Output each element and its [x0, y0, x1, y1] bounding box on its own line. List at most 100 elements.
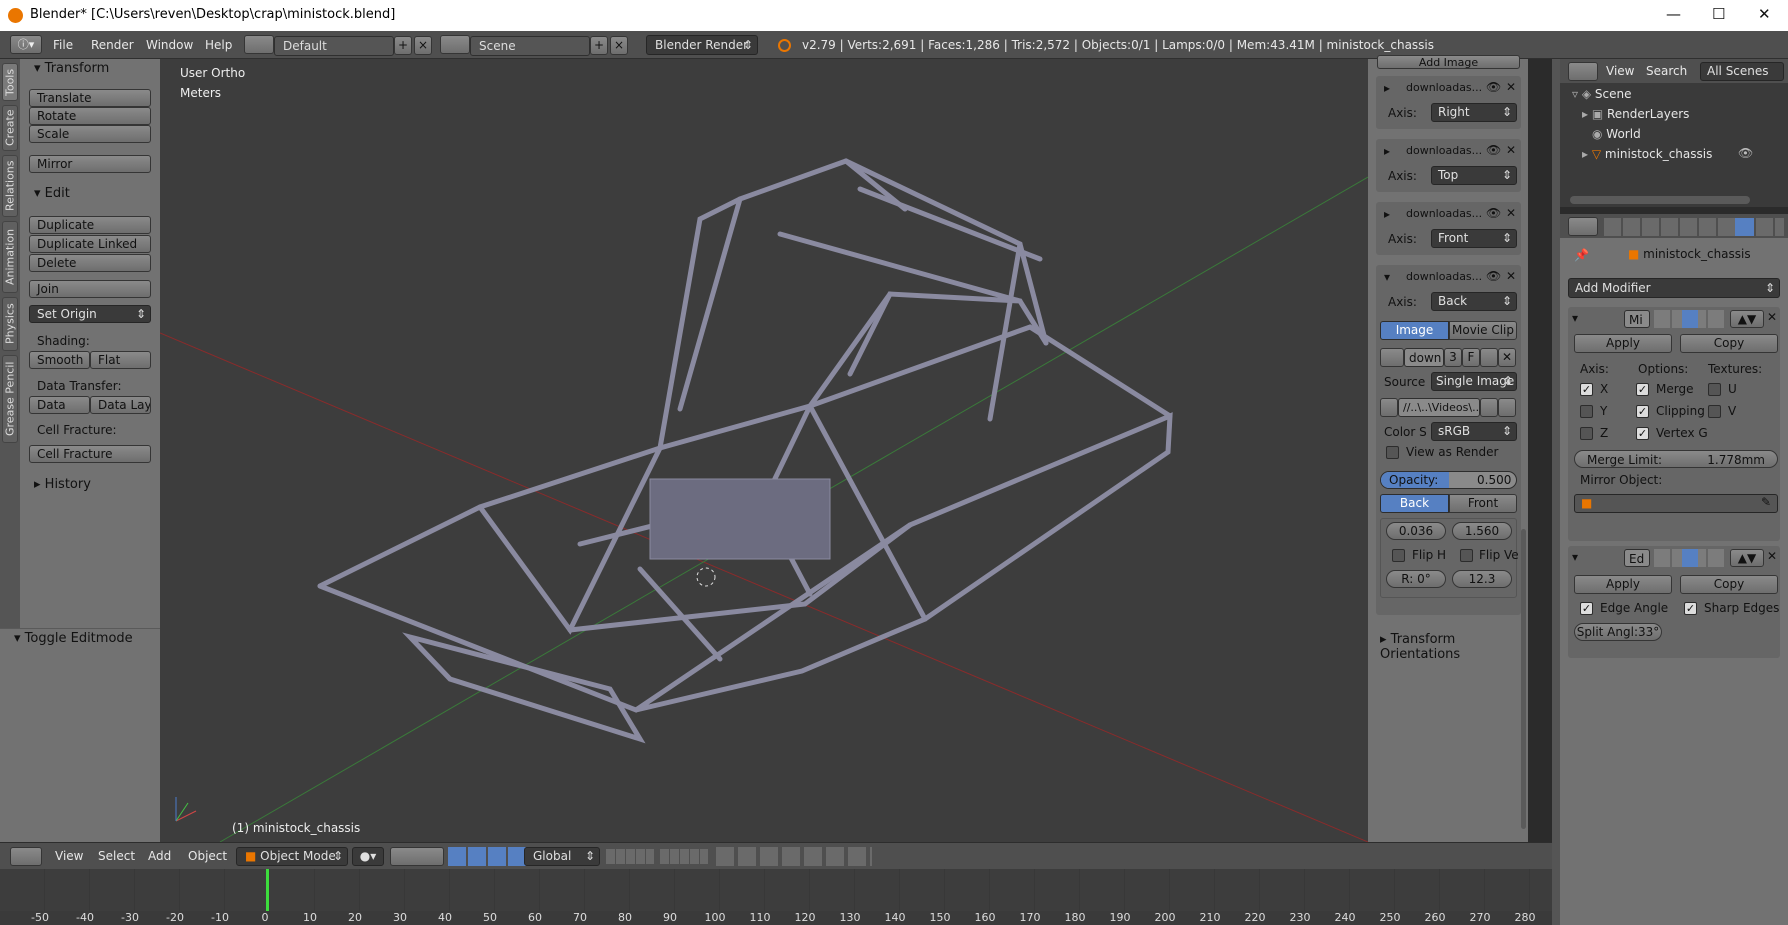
scene-field[interactable]: Scene	[470, 36, 590, 56]
clipping-checkbox[interactable]: ✓	[1636, 405, 1649, 418]
eye-icon[interactable]: 👁	[1486, 206, 1501, 220]
set-origin-menu[interactable]: Set Origin ⇕	[29, 305, 151, 323]
viewport-menu-object[interactable]: Object	[188, 849, 227, 863]
flip-h-checkbox[interactable]	[1392, 549, 1405, 562]
expand-icon[interactable]: ▸	[1384, 207, 1390, 221]
copy-button[interactable]: Copy	[1680, 334, 1778, 353]
smooth-button[interactable]: Smooth	[29, 351, 90, 369]
menu-file[interactable]: File	[53, 38, 73, 52]
vertex-groups-checkbox[interactable]: ✓	[1636, 427, 1649, 440]
collapse-icon[interactable]: ▾	[1384, 270, 1390, 284]
apply-button[interactable]: Apply	[1574, 575, 1672, 594]
flat-button[interactable]: Flat	[90, 351, 151, 369]
sharp-edges-checkbox[interactable]: ✓	[1684, 602, 1697, 615]
texture-u-checkbox[interactable]	[1708, 383, 1721, 396]
outliner-menu-view[interactable]: View	[1606, 64, 1634, 78]
eye-icon[interactable]: 👁	[1486, 143, 1501, 157]
expand-icon[interactable]: ▸	[1384, 81, 1390, 95]
axis-select[interactable]: Top ⇕	[1431, 166, 1517, 185]
transform-orientations-header[interactable]: ▸ Transform Orientations	[1380, 632, 1528, 662]
data-layout-button[interactable]: Data Layo	[90, 396, 151, 414]
transform-orientation-select[interactable]: Global ⇕	[524, 847, 600, 866]
fake-user-button[interactable]: F	[1462, 348, 1480, 367]
expand-icon[interactable]: ▸	[1384, 144, 1390, 158]
tab-tools[interactable]: Tools	[2, 63, 18, 101]
pivot-snap-buttons[interactable]	[390, 847, 444, 866]
scene-icon[interactable]	[440, 35, 470, 54]
tab-physics[interactable]: Physics	[2, 297, 18, 351]
view-as-render-checkbox[interactable]	[1386, 446, 1399, 459]
translate-button[interactable]: Translate	[29, 89, 151, 107]
viewport-menu-select[interactable]: Select	[98, 849, 135, 863]
remove-layout-button[interactable]: ×	[414, 36, 432, 55]
chassis-row[interactable]: ▸ ▽ ministock_chassis	[1582, 147, 1712, 161]
image-tab[interactable]: Image	[1380, 321, 1449, 340]
viewport-editor-type-button[interactable]	[10, 847, 42, 866]
add-modifier-select[interactable]: Add Modifier ⇕	[1568, 278, 1780, 298]
axis-select[interactable]: Front ⇕	[1431, 229, 1517, 248]
menu-window[interactable]: Window	[146, 38, 193, 52]
edge-split-modifier-name[interactable]: Ed	[1624, 549, 1650, 567]
screen-layout-icon[interactable]	[244, 35, 274, 54]
info-editor-type-button[interactable]: ⓘ▾	[10, 35, 42, 54]
tab-grease-pencil[interactable]: Grease Pencil	[2, 355, 18, 443]
image-name-field[interactable]: down	[1404, 348, 1444, 367]
add-scene-button[interactable]: +	[590, 36, 608, 55]
tab-create[interactable]: Create	[2, 105, 18, 151]
remove-scene-button[interactable]: ×	[610, 36, 628, 55]
viewport-tool-buttons[interactable]	[716, 847, 872, 866]
world-row[interactable]: ◉ World	[1592, 127, 1641, 141]
mirror-object-field[interactable]: ■ ✎	[1574, 494, 1778, 513]
edge-angle-checkbox[interactable]: ✓	[1580, 602, 1593, 615]
remove-icon[interactable]: ✕	[1506, 80, 1516, 94]
menu-render[interactable]: Render	[91, 38, 134, 52]
apply-button[interactable]: Apply	[1574, 334, 1672, 353]
render-engine-select[interactable]: Blender Render ⇕	[646, 35, 758, 55]
timeline[interactable]: -50 -40 -30 -20 -10 0 10 20 30 40 50 60 70 80 90 100 110…	[0, 869, 1552, 925]
remove-icon[interactable]: ✕	[1506, 143, 1516, 157]
scale-button[interactable]: Scale	[29, 125, 151, 143]
axis-select[interactable]: Right ⇕	[1431, 103, 1517, 122]
join-button[interactable]: Join	[29, 280, 151, 298]
merge-checkbox[interactable]: ✓	[1636, 383, 1649, 396]
tab-animation[interactable]: Animation	[2, 221, 18, 293]
eye-icon[interactable]: 👁	[1486, 269, 1501, 283]
properties-editor-type-button[interactable]	[1568, 217, 1598, 236]
browse-file-icon[interactable]	[1480, 398, 1498, 417]
toggle-editmode-header[interactable]: ▾ Toggle Editmode	[14, 631, 133, 646]
manipulator-buttons[interactable]	[448, 847, 528, 866]
area-divider[interactable]	[1552, 59, 1560, 925]
rotate-button[interactable]: Rotate	[29, 107, 151, 125]
cell-fracture-button[interactable]: Cell Fracture	[29, 445, 151, 463]
maximize-button[interactable]: ☐	[1712, 5, 1725, 23]
size-field[interactable]: 12.3	[1452, 570, 1512, 588]
pin-icon[interactable]: 📌	[1574, 248, 1589, 262]
duplicate-linked-button[interactable]: Duplicate Linked	[29, 235, 151, 253]
3d-viewport[interactable]: User Ortho Meters (1) ministock_chassis	[160, 59, 1368, 842]
source-select[interactable]: Single Image ⇕	[1431, 372, 1517, 391]
texture-v-checkbox[interactable]	[1708, 405, 1721, 418]
image-browse-icon[interactable]	[1380, 348, 1404, 367]
data-button[interactable]: Data	[29, 396, 90, 414]
unlink-image-button[interactable]: ✕	[1498, 348, 1516, 367]
add-layout-button[interactable]: +	[394, 36, 412, 55]
add-image-button[interactable]: Add Image	[1377, 55, 1520, 69]
minimize-button[interactable]: —	[1666, 5, 1681, 23]
copy-button[interactable]: Copy	[1680, 575, 1778, 594]
remove-icon[interactable]: ✕	[1506, 206, 1516, 220]
color-space-select[interactable]: sRGB ⇕	[1431, 422, 1517, 441]
delete-button[interactable]: Delete	[29, 254, 151, 272]
menu-help[interactable]: Help	[205, 38, 232, 52]
move-modifier-updown[interactable]: ▲▼	[1730, 549, 1764, 567]
merge-limit-field[interactable]: Merge Limit: 1.778mm	[1574, 450, 1778, 468]
flip-v-checkbox[interactable]	[1460, 549, 1473, 562]
modifier-tab-wrench-icon[interactable]	[1735, 218, 1754, 236]
layers-grid-1[interactable]	[606, 849, 654, 864]
remove-icon[interactable]: ✕	[1506, 269, 1516, 283]
axis-x-checkbox[interactable]: ✓	[1580, 383, 1593, 396]
close-button[interactable]: ✕	[1758, 5, 1771, 23]
history-panel-header[interactable]: ▸ History	[34, 477, 91, 492]
mirror-modifier-name[interactable]: Mi	[1624, 310, 1650, 328]
axis-y-checkbox[interactable]	[1580, 405, 1593, 418]
duplicate-button[interactable]: Duplicate	[29, 216, 151, 234]
